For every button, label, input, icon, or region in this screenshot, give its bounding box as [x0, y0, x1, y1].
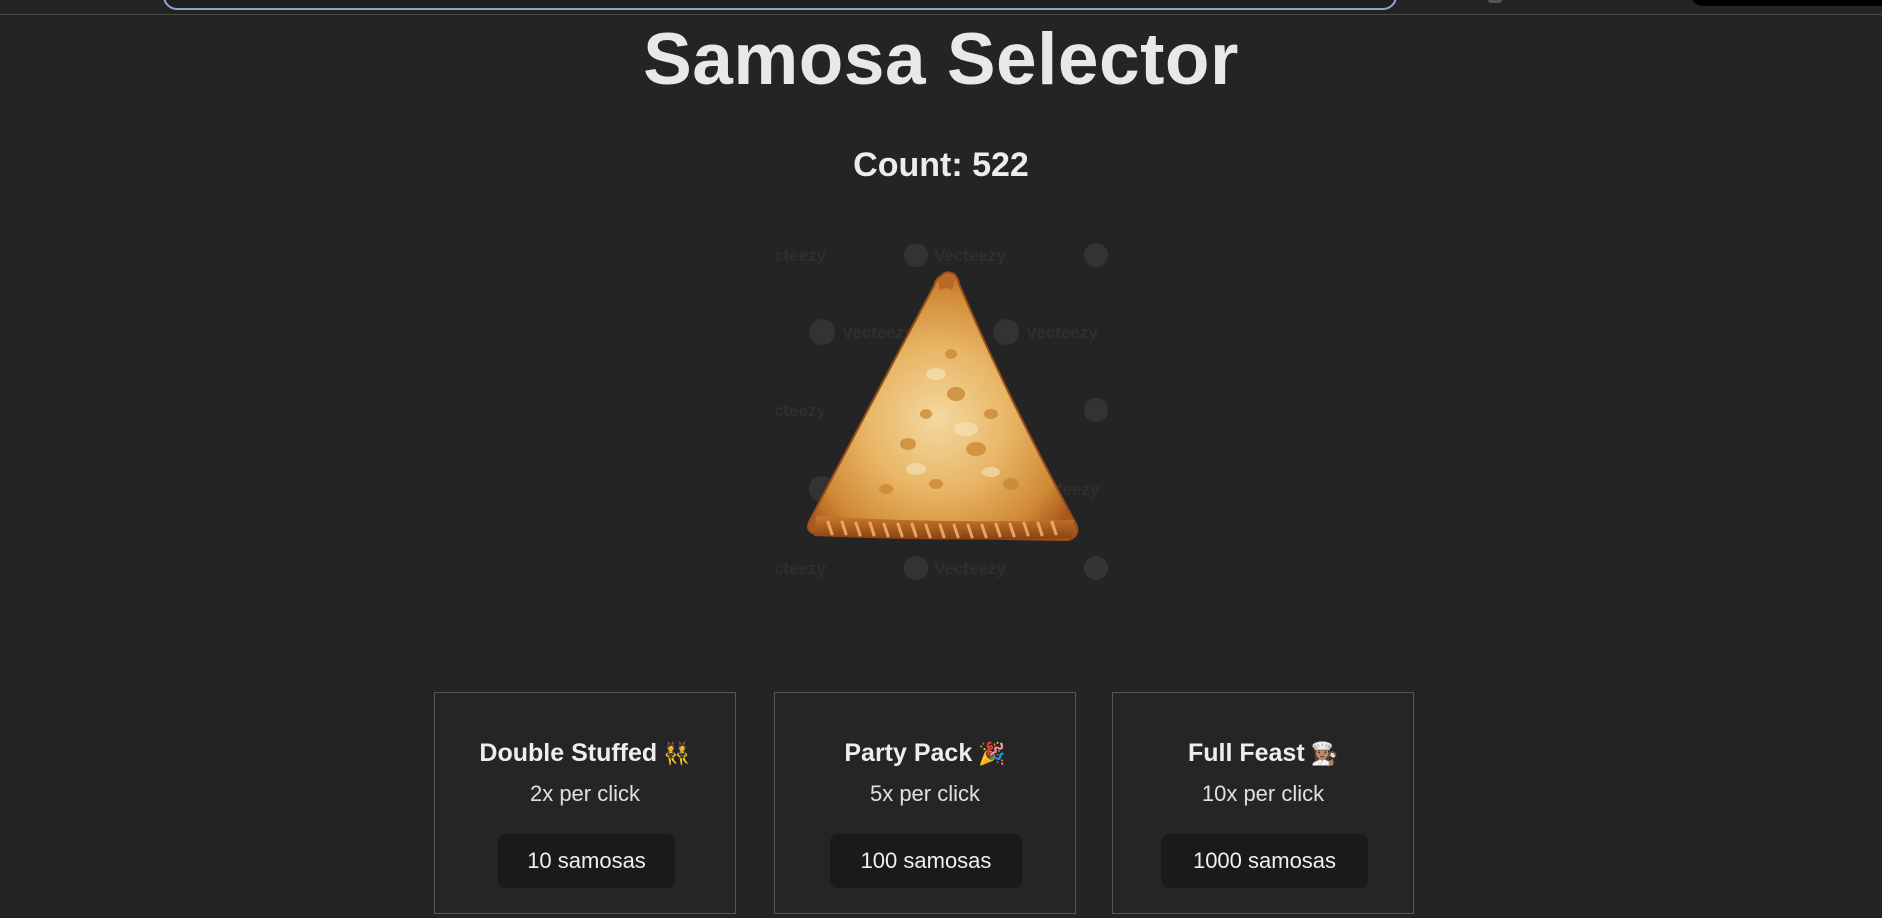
svg-text:cteezy: cteezy [776, 246, 827, 265]
browser-address-bar[interactable] [163, 0, 1397, 10]
upgrades-section: Double Stuffed 👯 2x per click 10 samosas … [434, 692, 1418, 918]
samosa-click-button[interactable]: cteezy Vecteezy Vecteezy Vecteezy cteezy [776, 244, 1108, 584]
upgrade-rate: 5x per click [869, 781, 981, 806]
chef-emoji-icon: 👩🏽‍🍳 [1310, 741, 1339, 766]
party-popper-emoji-icon: 🎉 [978, 741, 1006, 766]
upgrade-rate: 10x per click [1201, 781, 1325, 806]
svg-text:Vecteezy: Vecteezy [934, 559, 1006, 578]
samosa-image: cteezy Vecteezy Vecteezy Vecteezy cteezy [776, 244, 1108, 580]
upgrade-title: Party Pack 🎉 [775, 739, 1075, 768]
upgrade-title: Double Stuffed 👯 [435, 739, 735, 768]
svg-text:Vecteezy: Vecteezy [934, 246, 1006, 265]
upgrade-name: Full Feast [1187, 739, 1305, 767]
dancers-emoji-icon: 👯 [663, 741, 691, 766]
upgrade-card-double-stuffed: Double Stuffed 👯 2x per click 10 samosas [434, 692, 736, 914]
browser-indicator [1488, 0, 1502, 3]
upgrade-title: Full Feast 👩🏽‍🍳 [1113, 739, 1413, 768]
buy-full-feast-button[interactable]: 1000 samosas [1161, 834, 1368, 888]
upgrade-name: Party Pack [844, 739, 973, 767]
buy-party-pack-button[interactable]: 100 samosas [830, 834, 1022, 888]
watermark-row-1: cteezy Vecteezy [776, 244, 1108, 267]
page: Samosa Selector Count: 522 cteezy Vectee… [0, 0, 1882, 918]
upgrade-card-party-pack: Party Pack 🎉 5x per click 100 samosas [774, 692, 1076, 914]
buy-double-stuffed-button[interactable]: 10 samosas [498, 834, 675, 888]
samosa-count: Count: 522 [853, 146, 1029, 184]
upgrade-rate: 2x per click [529, 781, 641, 806]
watermark-row-5: cteezy Vecteezy [776, 556, 1108, 580]
svg-text:Vecteezy: Vecteezy [842, 323, 914, 342]
browser-profile-pill[interactable] [1690, 0, 1882, 6]
svg-text:cteezy: cteezy [776, 401, 827, 420]
upgrade-card-full-feast: Full Feast 👩🏽‍🍳 10x per click 1000 samosa… [1112, 692, 1414, 914]
page-title: Samosa Selector [643, 19, 1239, 100]
svg-text:cteezy: cteezy [776, 559, 827, 578]
svg-text:Vecteezy: Vecteezy [1026, 323, 1098, 342]
upgrade-name: Double Stuffed [479, 739, 658, 767]
